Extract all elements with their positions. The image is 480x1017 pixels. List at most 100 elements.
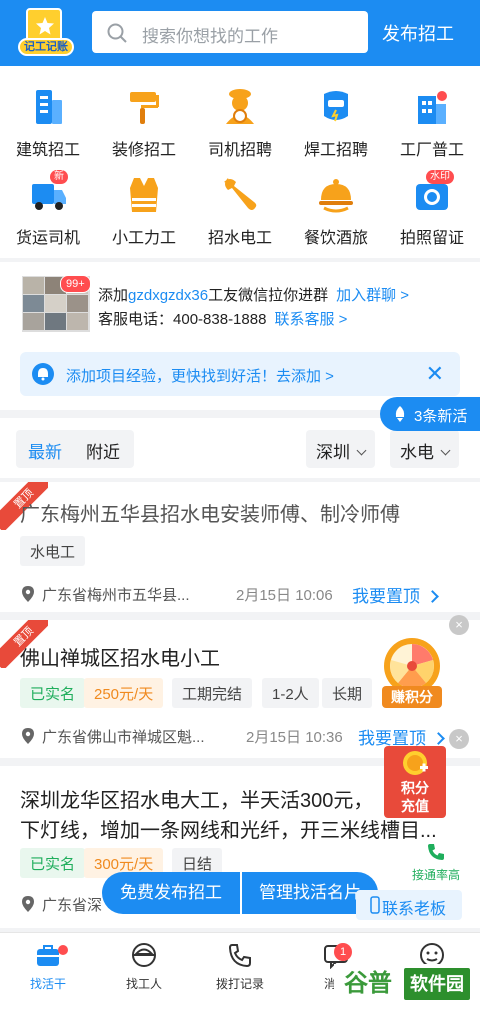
new-badge: 新 bbox=[50, 170, 68, 184]
site-watermark: 谷普 软件园 bbox=[334, 964, 472, 1004]
job-time: 2月15日 10:36 bbox=[246, 729, 343, 746]
category-label: 货运司机 bbox=[15, 230, 80, 247]
welding-mask-icon bbox=[324, 91, 348, 122]
community-promo: 99+ 添加gzdxgzdx36工友微信拉你进群 加入群聊 > 客服电话：400-… bbox=[0, 262, 480, 410]
worker-helmet-icon bbox=[132, 943, 156, 967]
category-label: 小工力工 bbox=[111, 230, 176, 247]
top-header: 记工记账 搜索你想找的工作 发布招工 bbox=[0, 0, 480, 66]
earn-points-widget[interactable]: 赚积分 bbox=[378, 636, 446, 712]
paint-roller-icon bbox=[130, 92, 159, 124]
contact-service-link[interactable]: 联系客服 > bbox=[274, 311, 347, 328]
category-photo[interactable]: 水印 拍照留证 bbox=[384, 170, 480, 254]
location-pin-icon bbox=[22, 728, 34, 744]
close-icon[interactable]: ✕ bbox=[426, 361, 444, 387]
rocket-icon bbox=[395, 406, 405, 422]
tab-nearby[interactable]: 附近 bbox=[86, 438, 120, 463]
location-pin-icon bbox=[22, 896, 34, 912]
wage-tag: 250元/天 bbox=[84, 678, 164, 708]
watermark-right: 软件园 bbox=[404, 968, 470, 1000]
category-label: 建筑招工 bbox=[15, 142, 80, 159]
search-placeholder: 搜索你想找的工作 bbox=[142, 27, 278, 46]
service-phone-text: 客服电话：400-838-1888 联系客服 > bbox=[98, 311, 348, 328]
search-input[interactable]: 搜索你想找的工作 bbox=[92, 11, 368, 53]
chevron-down-icon bbox=[356, 445, 367, 456]
tab-latest[interactable]: 最新 bbox=[28, 438, 62, 463]
close-icon[interactable]: × bbox=[449, 615, 469, 635]
free-post-job-button[interactable]: 免费发布招工 bbox=[102, 872, 240, 914]
job-tag: 长期 bbox=[322, 678, 373, 708]
wechat-id: gzdxgzdx36 bbox=[128, 287, 209, 304]
category-catering[interactable]: 餐饮酒旅 bbox=[288, 174, 384, 254]
category-welder[interactable]: 焊工招聘 bbox=[288, 86, 384, 166]
building-icon bbox=[36, 90, 62, 124]
chevron-right-icon bbox=[426, 590, 439, 603]
verified-tag: 已实名 bbox=[20, 848, 86, 878]
group-count-badge: 99+ bbox=[60, 275, 91, 293]
category-building[interactable]: 建筑招工 bbox=[0, 86, 96, 166]
phone-icon bbox=[370, 896, 380, 914]
category-factory[interactable]: 工厂普工 bbox=[384, 86, 480, 166]
watermark-badge: 水印 bbox=[426, 170, 454, 184]
job-title: 深圳龙华区招水电大工，半天活300元， bbox=[20, 790, 374, 812]
tab-find-work[interactable]: 找活干 bbox=[0, 941, 96, 992]
category-label: 招水电工 bbox=[207, 230, 272, 247]
logo-text: 记工记账 bbox=[18, 38, 74, 56]
earn-points-label: 赚积分 bbox=[382, 686, 442, 708]
job-tag: 1-2人 bbox=[262, 678, 319, 708]
phone-icon bbox=[228, 944, 251, 968]
chevron-down-icon bbox=[440, 445, 451, 456]
category-laborer[interactable]: 小工力工 bbox=[96, 174, 192, 254]
chevron-right-icon bbox=[432, 732, 445, 745]
job-tag: 水电工 bbox=[20, 536, 86, 566]
factory-icon bbox=[418, 91, 447, 124]
join-group-link[interactable]: 加入群聊 > bbox=[336, 287, 409, 304]
call-rate-badge[interactable]: 接通率高 bbox=[404, 842, 468, 883]
floating-action-bar: 免费发布招工 管理找活名片 bbox=[102, 872, 378, 914]
verified-tag: 已实名 bbox=[20, 678, 86, 708]
category-driver[interactable]: 司机招聘 bbox=[192, 86, 288, 166]
category-label: 工厂普工 bbox=[399, 142, 464, 159]
briefcase-icon bbox=[37, 945, 59, 966]
pin-my-post-button[interactable]: 我要置顶 bbox=[352, 582, 439, 607]
service-phone[interactable]: 400-838-1888 bbox=[173, 311, 266, 328]
vest-icon bbox=[130, 178, 158, 212]
category-truck[interactable]: 新 货运司机 bbox=[0, 170, 96, 254]
location-pin-icon bbox=[22, 586, 34, 602]
category-label: 餐饮酒旅 bbox=[303, 230, 368, 247]
coin-icon bbox=[403, 751, 428, 775]
category-label: 装修招工 bbox=[111, 142, 176, 159]
bell-icon bbox=[32, 363, 54, 385]
wrench-icon bbox=[224, 178, 257, 210]
category-grid: 建筑招工 装修招工 司机招聘 焊工招聘 工厂普工 新 货运司机 小工力工 招水电… bbox=[0, 66, 480, 258]
contact-boss-button[interactable]: 联系老板 bbox=[356, 890, 462, 920]
tab-call-history[interactable]: 拨打记录 bbox=[192, 941, 288, 992]
recharge-label-2: 充值 bbox=[401, 798, 429, 814]
category-plumber-electrician[interactable]: 招水电工 bbox=[192, 174, 288, 254]
sort-tabs: 最新 附近 bbox=[16, 430, 134, 468]
project-experience-tip[interactable]: 添加项目经验，更快找到好活！去添加 > ✕ bbox=[20, 352, 460, 396]
app-logo[interactable]: 记工记账 bbox=[18, 8, 74, 56]
notification-dot bbox=[58, 945, 68, 955]
job-tag: 工期完结 bbox=[172, 678, 253, 708]
trade-select[interactable]: 水电 bbox=[390, 430, 459, 468]
close-icon[interactable]: × bbox=[449, 729, 469, 749]
points-recharge-widget[interactable]: 积分 充值 bbox=[384, 746, 446, 818]
job-title: 广东梅州五华县招水电安装师傅、制冷师傅 bbox=[20, 504, 400, 526]
watermark-left: 谷普 bbox=[344, 970, 392, 997]
cloche-icon bbox=[319, 179, 353, 213]
category-decoration[interactable]: 装修招工 bbox=[96, 86, 192, 166]
job-title: 佛山禅城区招水电小工 bbox=[20, 648, 220, 670]
new-posts-pill[interactable]: 3条新活 bbox=[380, 397, 480, 431]
job-title-line2: 下灯线，增加一条网线和光纤，开三米线槽目... bbox=[20, 820, 437, 842]
phone-icon bbox=[428, 844, 444, 860]
post-job-button[interactable]: 发布招工 bbox=[382, 20, 454, 46]
category-label: 司机招聘 bbox=[207, 142, 272, 159]
job-time: 2月15日 10:06 bbox=[236, 587, 333, 604]
category-label: 焊工招聘 bbox=[303, 142, 368, 159]
job-card[interactable]: 置顶 广东梅州五华县招水电安装师傅、制冷师傅 水电工 广东省梅州市五华县... … bbox=[0, 482, 480, 612]
tab-find-workers[interactable]: 找工人 bbox=[96, 941, 192, 992]
recharge-label-1: 积分 bbox=[401, 780, 429, 796]
city-select[interactable]: 深圳 bbox=[306, 430, 375, 468]
search-icon bbox=[107, 23, 127, 43]
wechat-invite-text: 添加gzdxgzdx36工友微信拉你进群 加入群聊 > bbox=[98, 287, 410, 304]
